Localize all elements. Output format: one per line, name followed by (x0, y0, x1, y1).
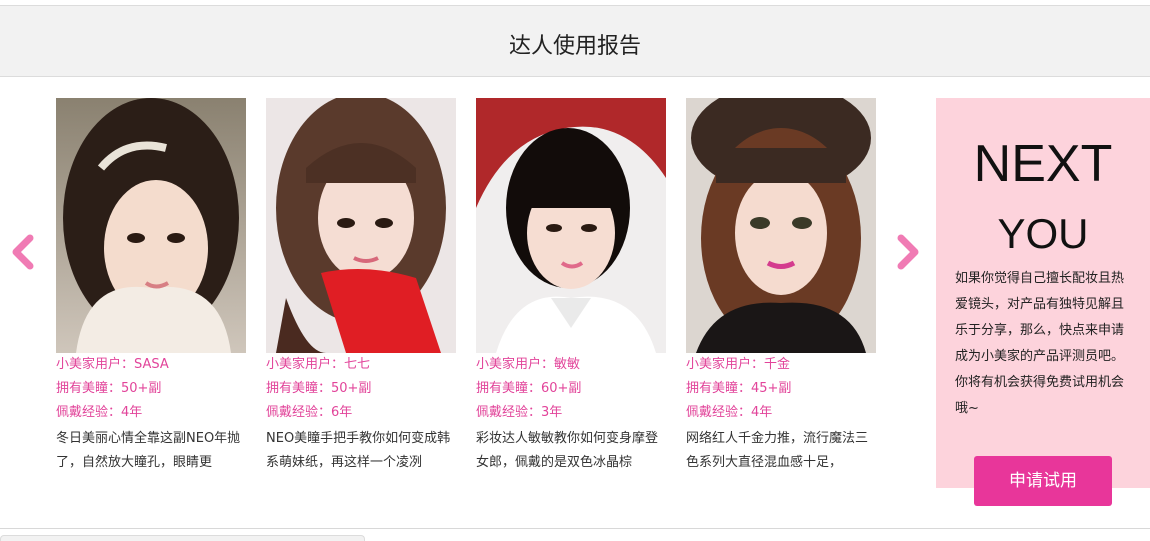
user-lens-count: 拥有美瞳：50+副 (56, 381, 162, 396)
user-experience: 佩戴经验：4年 (56, 405, 143, 420)
user-lens-count: 拥有美瞳：60+副 (476, 381, 582, 396)
user-name[interactable]: 小美家用户：七七 (266, 353, 456, 377)
next-you-panel: NEXT YOU 如果你觉得自己擅长配妆且热爱镜头，对产品有独特见解且乐于分享，… (936, 98, 1150, 488)
user-experience: 佩戴经验：6年 (266, 405, 353, 420)
user-experience: 佩戴经验：4年 (686, 405, 773, 420)
next-you-paragraph-2: 你将有机会获得免费试用机会哦~ (955, 375, 1125, 416)
user-experience: 佩戴经验：3年 (476, 405, 563, 420)
carousel-next-button[interactable] (893, 232, 923, 272)
header-bar: 达人使用报告 (0, 5, 1150, 77)
user-photo (56, 98, 246, 353)
user-card[interactable]: 小美家用户：敏敏 拥有美瞳：60+副 佩戴经验：3年 彩妆达人敏敏教你如何变身摩… (476, 98, 666, 475)
user-lens-count: 拥有美瞳：50+副 (266, 381, 372, 396)
user-card[interactable]: 小美家用户：千金 拥有美瞳：45+副 佩戴经验：4年 网络红人千金力推，流行魔法… (686, 98, 876, 475)
user-photo (266, 98, 456, 353)
next-you-text: 如果你觉得自己擅长配妆且热爱镜头，对产品有独特见解且乐于分享，那么，快点来申请成… (955, 266, 1133, 422)
user-name[interactable]: 小美家用户：千金 (686, 353, 876, 377)
divider (0, 528, 1150, 529)
user-photo (686, 98, 876, 353)
user-card[interactable]: 小美家用户：SASA 拥有美瞳：50+副 佩戴经验：4年 冬日美丽心情全靠这副N… (56, 98, 246, 475)
apply-trial-button[interactable]: 申请试用 (974, 456, 1112, 506)
user-name[interactable]: 小美家用户：SASA (56, 353, 246, 377)
user-photo (476, 98, 666, 353)
user-card[interactable]: 小美家用户：七七 拥有美瞳：50+副 佩戴经验：6年 NEO美瞳手把手教你如何变… (266, 98, 456, 475)
you-title: YOU (997, 210, 1089, 257)
user-name[interactable]: 小美家用户：敏敏 (476, 353, 666, 377)
user-description[interactable]: NEO美瞳手把手教你如何变成韩系萌妹纸，再这样一个凌冽 (266, 427, 456, 475)
next-title: NEXT (973, 135, 1113, 193)
carousel-prev-button[interactable] (8, 232, 38, 272)
user-description[interactable]: 彩妆达人敏敏教你如何变身摩登女郎，佩戴的是双色冰晶棕 (476, 427, 666, 475)
user-lens-count: 拥有美瞳：45+副 (686, 381, 792, 396)
user-description[interactable]: 网络红人千金力推，流行魔法三色系列大直径混血感十足， (686, 427, 876, 475)
next-you-paragraph: 如果你觉得自己擅长配妆且热爱镜头，对产品有独特见解且乐于分享，那么，快点来申请成… (955, 271, 1125, 364)
page-title: 达人使用报告 (508, 34, 641, 59)
bottom-tab[interactable] (0, 535, 365, 541)
user-description[interactable]: 冬日美丽心情全靠这副NEO年抛了，自然放大瞳孔，眼睛更 (56, 427, 246, 475)
chevron-right-icon (897, 234, 919, 270)
chevron-left-icon (12, 234, 34, 270)
